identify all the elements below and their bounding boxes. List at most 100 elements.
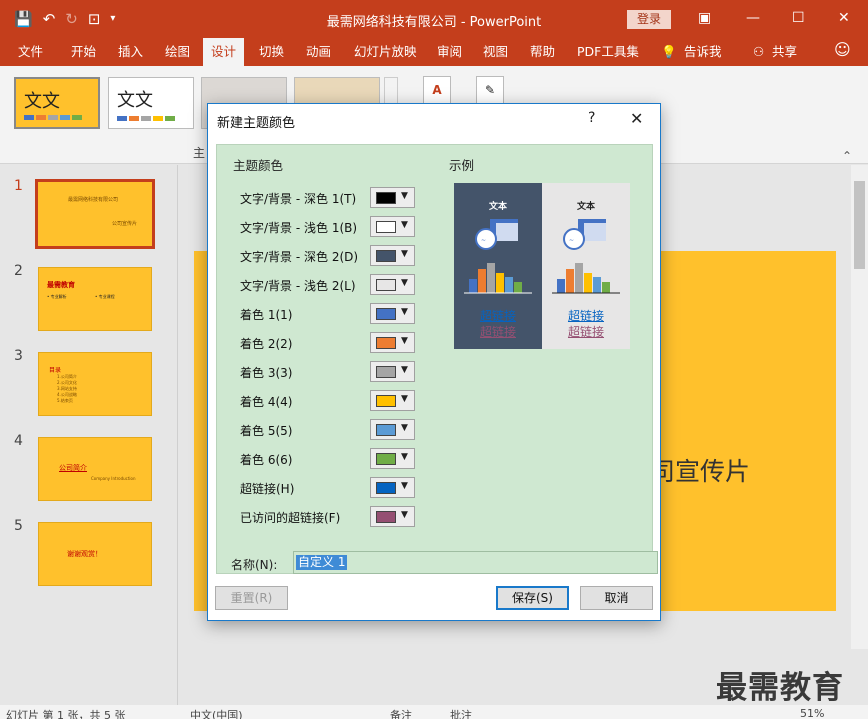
theme-option-2[interactable]: 文文 — [108, 77, 194, 129]
name-input-value: 自定义 1 — [296, 555, 348, 570]
slides-pane: 1 最需网络科技有限公司 公司宣传片 2 最需教育 • 专业解析 • 专业课程 … — [0, 165, 178, 705]
slide-number: 3 — [14, 348, 23, 364]
chevron-down-icon: ▼ — [401, 278, 408, 288]
slide-2-title: 最需教育 — [47, 281, 75, 289]
ribbon-display-icon[interactable]: ▣ — [698, 8, 711, 28]
color-picker-button[interactable]: ▼ — [370, 216, 415, 237]
smiley-icon[interactable]: ☺ — [834, 41, 851, 64]
color-picker-button[interactable]: ▼ — [370, 390, 415, 411]
comments-button[interactable]: 批注 — [450, 707, 472, 719]
tab-share[interactable]: 共享 — [772, 43, 797, 66]
notes-button[interactable]: 备注 — [390, 707, 412, 719]
color-row-label: 文字/背景 - 浅色 2(L) — [240, 279, 356, 293]
sample-heading: 示例 — [449, 158, 475, 173]
format-background-icon[interactable]: ✎ — [476, 76, 504, 104]
login-button[interactable]: 登录 — [627, 10, 671, 29]
color-swatch — [376, 482, 396, 494]
preview-hyperlink: 超链接 — [479, 309, 516, 323]
color-swatch — [376, 279, 396, 291]
chevron-down-icon: ▼ — [401, 510, 408, 520]
color-picker-button[interactable]: ▼ — [370, 448, 415, 469]
color-row-label: 文字/背景 - 深色 1(T) — [240, 192, 357, 206]
tab-draw[interactable]: 绘图 — [165, 43, 190, 66]
slide-thumbnail-1[interactable]: 最需网络科技有限公司 公司宣传片 — [35, 179, 155, 249]
reset-button[interactable]: 重置(R) — [215, 586, 288, 610]
color-picker-button[interactable]: ▼ — [370, 245, 415, 266]
tab-transitions[interactable]: 切换 — [259, 43, 284, 66]
slide-thumbnail-3[interactable]: 目录 1.公司简介 2.公司文化 3.网站支持 4.公司战略 5.结束页 — [38, 352, 152, 416]
color-swatch — [376, 395, 396, 407]
color-swatch — [376, 366, 396, 378]
window-close-icon[interactable]: ✕ — [838, 8, 850, 28]
tab-design[interactable]: 设计 — [203, 38, 245, 66]
color-picker-button[interactable]: ▼ — [370, 332, 415, 353]
color-swatch — [376, 250, 396, 262]
maximize-icon[interactable]: ☐ — [792, 8, 805, 28]
color-row-label: 文字/背景 - 浅色 1(B) — [240, 221, 358, 235]
new-theme-colors-dialog: 新建主题颜色 ? ✕ 主题颜色 示例 文字/背景 - 深色 1(T) ▼ 文字/背景… — [207, 103, 661, 621]
tab-pdf[interactable]: PDF工具集 — [577, 43, 639, 66]
color-swatch — [376, 308, 396, 320]
watermark: 最需教育 — [716, 670, 844, 706]
tab-slideshow[interactable]: 幻灯片放映 — [354, 43, 417, 66]
theme-option-label: 文文 — [24, 91, 60, 112]
slide-4-subtitle: Company Introduction — [91, 476, 136, 481]
slide-thumbnail-5[interactable]: 谢谢观赏！ — [38, 522, 152, 586]
status-bar: 幻灯片 第 1 张，共 5 张 中文(中国) 备注 批注 51% — [0, 705, 868, 719]
dialog-title: 新建主题颜色 — [217, 116, 296, 131]
dialog-body: 主题颜色 示例 文字/背景 - 深色 1(T) ▼ 文字/背景 - 浅色 1(B) ▼… — [216, 144, 658, 574]
tab-file[interactable]: 文件 — [18, 43, 43, 66]
color-swatch — [376, 221, 396, 233]
tab-help[interactable]: 帮助 — [530, 43, 555, 66]
chevron-down-icon: ▼ — [401, 394, 408, 404]
color-swatch — [376, 192, 396, 204]
color-picker-button[interactable]: ▼ — [370, 419, 415, 440]
preview-hyperlink: 超链接 — [567, 309, 604, 323]
tab-animations[interactable]: 动画 — [306, 43, 331, 66]
color-picker-button[interactable]: ▼ — [370, 303, 415, 324]
vertical-scrollbar[interactable] — [851, 165, 868, 649]
name-input[interactable]: 自定义 1 — [293, 551, 658, 574]
color-row-label: 着色 4(4) — [240, 395, 293, 409]
tab-view[interactable]: 视图 — [483, 43, 508, 66]
close-icon[interactable]: ✕ — [630, 109, 643, 128]
color-swatch — [376, 337, 396, 349]
color-swatch — [376, 453, 396, 465]
help-icon[interactable]: ? — [588, 110, 595, 126]
theme-option-1[interactable]: 文文 — [14, 77, 100, 129]
share-icon: ⚇ — [753, 44, 765, 59]
color-row-label: 着色 3(3) — [240, 366, 293, 380]
slide-subtitle-text[interactable]: 司宣传片 — [650, 452, 750, 488]
chevron-down-icon: ▼ — [401, 220, 408, 230]
font-color-icon[interactable]: A — [423, 76, 451, 104]
theme-option-label: 文文 — [117, 90, 153, 111]
color-row-label: 着色 6(6) — [240, 453, 293, 467]
zoom-level[interactable]: 51% — [800, 707, 824, 719]
slide-4-title: 公司简介 — [59, 464, 87, 472]
color-swatch — [376, 511, 396, 523]
slide-thumbnail-2[interactable]: 最需教育 • 专业解析 • 专业课程 — [38, 267, 152, 331]
slide-thumbnail-4[interactable]: 公司简介 Company Introduction — [38, 437, 152, 501]
collapse-ribbon-icon[interactable]: ⌃ — [842, 149, 852, 163]
theme-colors-heading: 主题颜色 — [233, 158, 284, 173]
slide-5-title: 谢谢观赏！ — [67, 550, 102, 558]
slide-number: 5 — [14, 518, 23, 534]
language-indicator[interactable]: 中文(中国) — [190, 707, 243, 719]
color-picker-button[interactable]: ▼ — [370, 361, 415, 382]
color-picker-button[interactable]: ▼ — [370, 274, 415, 295]
save-button[interactable]: 保存(S) — [496, 586, 569, 610]
tab-review[interactable]: 审阅 — [437, 43, 462, 66]
color-picker-button[interactable]: ▼ — [370, 506, 415, 527]
chevron-down-icon: ▼ — [401, 365, 408, 375]
tab-insert[interactable]: 插入 — [118, 43, 143, 66]
slide-number: 2 — [14, 263, 23, 279]
scrollbar-thumb[interactable] — [854, 181, 865, 269]
minimize-icon[interactable]: — — [746, 8, 760, 28]
cancel-button[interactable]: 取消 — [580, 586, 653, 610]
color-picker-button[interactable]: ▼ — [370, 477, 415, 498]
tab-tell-me[interactable]: 告诉我 — [684, 43, 722, 66]
color-picker-button[interactable]: ▼ — [370, 187, 415, 208]
color-row-label: 超链接(H) — [240, 482, 295, 496]
tab-home[interactable]: 开始 — [71, 43, 96, 66]
color-row-label: 着色 5(5) — [240, 424, 293, 438]
